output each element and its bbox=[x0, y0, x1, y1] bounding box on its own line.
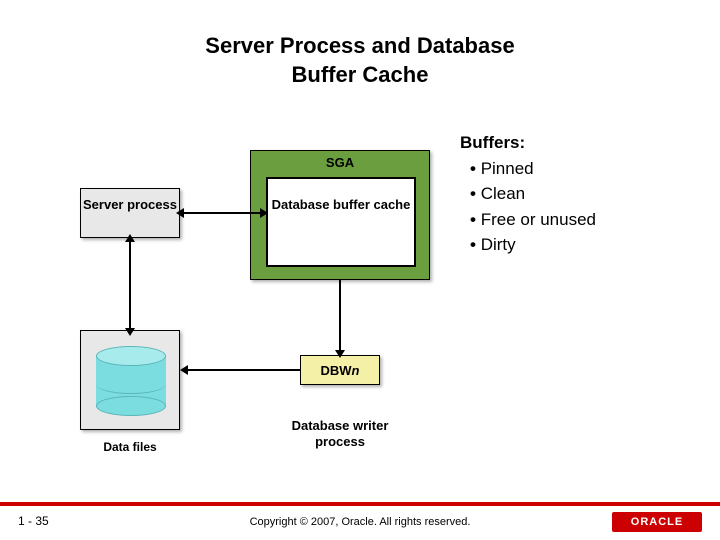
dbwn-box: DBWn bbox=[300, 355, 380, 385]
arrow-serverprocess-buffercache bbox=[180, 212, 262, 214]
list-item: Clean bbox=[470, 181, 596, 207]
sga-box: SGA Database buffer cache bbox=[250, 150, 430, 280]
server-process-box: Server process bbox=[80, 188, 180, 238]
db-writer-label: Database writer process bbox=[290, 418, 390, 449]
database-cylinder-icon bbox=[96, 346, 166, 416]
slide-title: Server Process and Database Buffer Cache bbox=[0, 0, 720, 89]
arrow-serverprocess-datafiles bbox=[129, 238, 131, 330]
diagram-area: Server process SGA Database buffer cache… bbox=[0, 130, 720, 470]
buffers-list: Buffers: Pinned Clean Free or unused Dir… bbox=[460, 130, 596, 258]
sga-label: SGA bbox=[251, 151, 429, 174]
buffers-heading: Buffers: bbox=[460, 130, 596, 156]
datafiles-box bbox=[80, 330, 180, 430]
arrow-buffercache-dbwn bbox=[339, 280, 341, 352]
list-item: Free or unused bbox=[470, 207, 596, 233]
footer: 1 - 35 Copyright © 2007, Oracle. All rig… bbox=[0, 502, 720, 540]
list-item: Pinned bbox=[470, 156, 596, 182]
oracle-logo: ORACLE bbox=[612, 512, 702, 532]
buffer-cache-box: Database buffer cache bbox=[266, 177, 416, 267]
list-item: Dirty bbox=[470, 232, 596, 258]
divider-bar bbox=[0, 502, 720, 506]
arrow-dbwn-datafiles bbox=[185, 369, 300, 371]
datafiles-label: Data files bbox=[80, 440, 180, 454]
